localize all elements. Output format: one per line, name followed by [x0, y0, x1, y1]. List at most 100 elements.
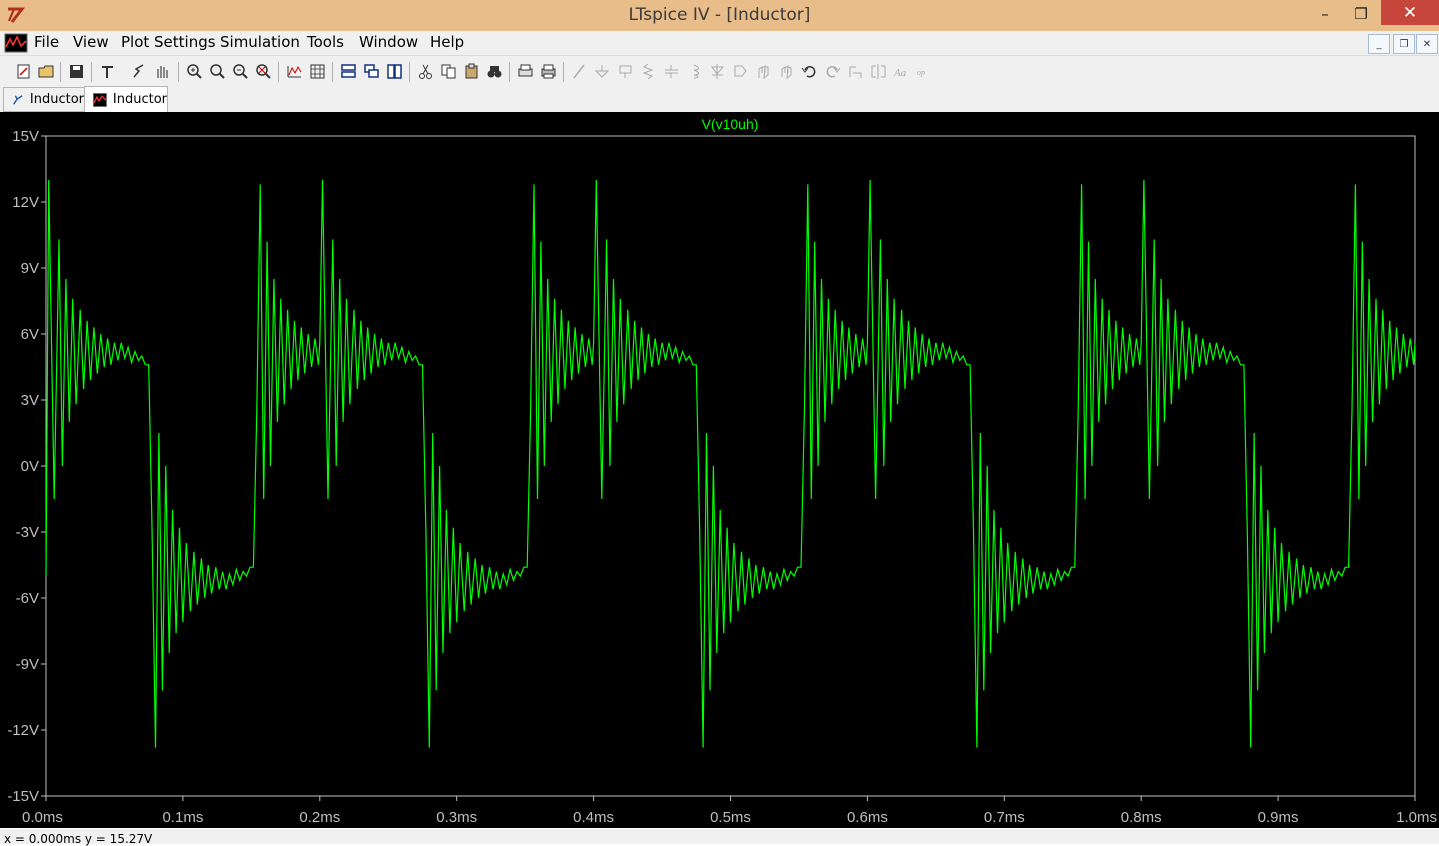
diode-icon[interactable]: [709, 63, 726, 80]
minimize-icon: –: [1321, 4, 1329, 23]
toolbar-separator: [91, 62, 92, 82]
x-tick-label: 0.3ms: [436, 809, 477, 826]
copy-icon[interactable]: [440, 63, 457, 80]
text-icon[interactable]: Aa: [893, 63, 910, 80]
ground-icon[interactable]: [594, 63, 611, 80]
menu-bar: File View Plot Settings Simulation Tools…: [0, 31, 1439, 55]
paste-icon[interactable]: [463, 63, 480, 80]
x-tick-label: 0.8ms: [1121, 809, 1162, 826]
tab-waveform-inductor[interactable]: Inductor: [84, 86, 168, 112]
open-icon[interactable]: [38, 63, 55, 80]
toolbar-separator: [60, 62, 61, 82]
toolbar-separator: [563, 62, 564, 82]
svg-text:op: op: [917, 68, 925, 77]
menu-view[interactable]: View: [73, 33, 109, 51]
trace-label-v10uh[interactable]: V(v10uh): [702, 116, 759, 132]
undo-icon[interactable]: [801, 63, 818, 80]
y-tick-label: -6V: [16, 590, 39, 607]
inductor-icon[interactable]: [686, 63, 703, 80]
x-axis: 0.0ms 0.1ms 0.2ms 0.3ms 0.4ms 0.5ms 0.6ms 0.7ms…: [22, 796, 1437, 826]
resistor-icon[interactable]: [640, 63, 657, 80]
toolbar-separator: [409, 62, 410, 82]
title-bar: LTspice IV - [Inductor] – ❐ ✕: [0, 0, 1439, 31]
component-icon[interactable]: [732, 63, 749, 80]
trace-layer: [45, 179, 1416, 748]
x-tick-label: 0.1ms: [162, 809, 203, 826]
cascade-icon[interactable]: [363, 63, 380, 80]
waveform-chart[interactable]: V(v10uh) 15V 12V 9V 6V 3V 0V -3V -6V -9V -12V -15V…: [0, 112, 1439, 828]
x-tick-label: 0.2ms: [299, 809, 340, 826]
tab-schematic-inductor[interactable]: Inductor: [3, 87, 85, 112]
y-tick-label: 0V: [21, 458, 39, 475]
x-tick-label: 0.7ms: [984, 809, 1025, 826]
mdi-restore-button[interactable]: ❐: [1393, 34, 1415, 54]
menu-file[interactable]: File: [34, 33, 59, 51]
waveform-icon: [93, 92, 107, 107]
rotate-icon[interactable]: [847, 63, 864, 80]
new-schematic-icon[interactable]: [15, 63, 32, 80]
autorange-icon[interactable]: [286, 63, 303, 80]
tab-label: Inductor: [112, 92, 167, 107]
toolbar-separator: [332, 62, 333, 82]
save-icon[interactable]: [68, 63, 85, 80]
y-tick-label: 9V: [21, 260, 39, 277]
menu-plot-settings[interactable]: Plot Settings: [121, 33, 216, 51]
x-tick-label: 1.0ms: [1396, 809, 1437, 826]
mdi-close-button[interactable]: ✕: [1416, 34, 1438, 54]
redo-icon[interactable]: [824, 63, 841, 80]
maximize-window-button[interactable]: ❐: [1346, 0, 1376, 27]
y-tick-label: 15V: [12, 128, 39, 145]
tile-vertical-icon[interactable]: [386, 63, 403, 80]
svg-text:Aa: Aa: [893, 67, 907, 79]
zoom-cancel-icon[interactable]: [255, 63, 272, 80]
tile-horizontal-icon[interactable]: [340, 63, 357, 80]
close-window-button[interactable]: ✕: [1381, 0, 1439, 25]
trace-v10uh[interactable]: [45, 179, 1416, 748]
spice-directive-icon[interactable]: op: [916, 63, 933, 80]
drag-icon[interactable]: [778, 63, 795, 80]
y-tick-label: -12V: [7, 722, 39, 739]
move-icon[interactable]: [755, 63, 772, 80]
toolbar-separator: [278, 62, 279, 82]
control-panel-icon[interactable]: [99, 63, 116, 80]
run-icon[interactable]: [130, 63, 147, 80]
menu-tools[interactable]: Tools: [307, 33, 344, 51]
waveform-plot-pane[interactable]: V(v10uh) 15V 12V 9V 6V 3V 0V -3V -6V -9V -12V -15V…: [0, 112, 1439, 828]
menu-simulation[interactable]: Simulation: [220, 33, 300, 51]
grid-icon[interactable]: [309, 63, 326, 80]
halt-icon[interactable]: [153, 63, 170, 80]
zoom-out-icon[interactable]: [232, 63, 249, 80]
find-icon[interactable]: [486, 63, 503, 80]
window-title: LTspice IV - [Inductor]: [628, 5, 811, 25]
menu-help[interactable]: Help: [430, 33, 464, 51]
schematic-icon: [13, 94, 23, 105]
mdi-minimize-button[interactable]: _: [1368, 34, 1390, 54]
x-tick-label: 0.0ms: [22, 809, 63, 826]
y-tick-label: -3V: [16, 524, 39, 541]
capacitor-icon[interactable]: [663, 63, 680, 80]
toolbar-separator: [509, 62, 510, 82]
y-tick-label: 3V: [21, 392, 39, 409]
y-tick-label: 12V: [12, 194, 39, 211]
mdi-restore-icon: ❐: [1399, 38, 1409, 50]
maximize-icon: ❐: [1354, 4, 1368, 23]
x-tick-label: 0.9ms: [1258, 809, 1299, 826]
menu-window[interactable]: Window: [359, 33, 418, 51]
minimize-window-button[interactable]: –: [1310, 0, 1340, 27]
waveform-window-icon[interactable]: [4, 33, 28, 53]
wire-icon[interactable]: [571, 63, 588, 80]
y-tick-label: 6V: [21, 326, 39, 343]
plot-frame: [45, 135, 1416, 797]
mirror-icon[interactable]: [870, 63, 887, 80]
tab-label: Inductor: [29, 92, 84, 107]
print-preview-icon[interactable]: [517, 63, 534, 80]
mdi-minimize-icon: _: [1376, 38, 1382, 50]
y-tick-label: -15V: [7, 788, 39, 805]
label-icon[interactable]: [617, 63, 634, 80]
toolbar: Aa op: [0, 55, 1439, 87]
cut-icon[interactable]: [417, 63, 434, 80]
mdi-close-icon: ✕: [1422, 38, 1432, 50]
print-icon[interactable]: [540, 63, 557, 80]
zoom-area-icon[interactable]: [209, 63, 226, 80]
zoom-in-icon[interactable]: [186, 63, 203, 80]
